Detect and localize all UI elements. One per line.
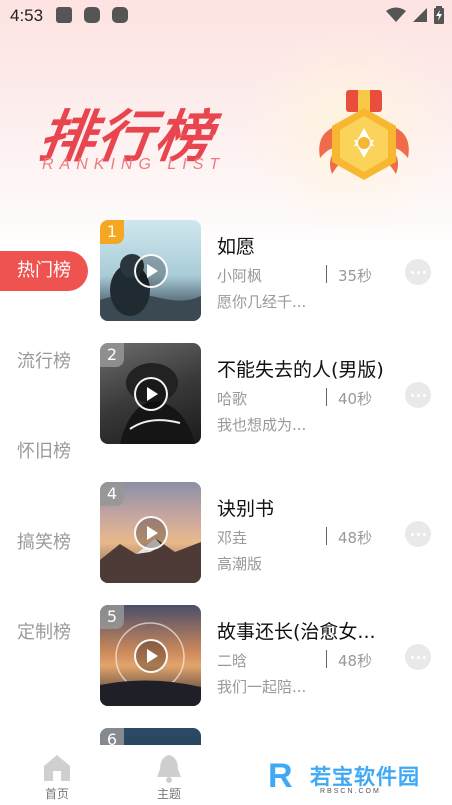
sidebar-item-custom[interactable]: 定制榜 (0, 613, 88, 653)
list-item[interactable]: 2 不能失去的人(男版) 哈歌 40秒 我也想成为... (100, 343, 440, 445)
watermark-url: RBSCN.COM (320, 788, 381, 795)
song-description: 愿你几经千... (217, 293, 307, 311)
play-icon[interactable] (134, 254, 168, 288)
notification-icon (112, 7, 128, 23)
sidebar-item-funny[interactable]: 搞笑榜 (0, 523, 88, 563)
sidebar-item-nostalgic[interactable]: 怀旧榜 (0, 432, 88, 472)
song-title: 不能失去的人(男版) (217, 359, 384, 381)
song-duration: 48秒 (338, 652, 373, 670)
song-duration: 48秒 (338, 529, 373, 547)
rank-badge: 4 (100, 482, 124, 506)
status-time: 4:53 (10, 6, 44, 25)
song-artist: 小阿枫 (217, 267, 263, 285)
play-icon[interactable] (134, 377, 168, 411)
list-item[interactable]: 4 诀别书 邓垚 48秒 高潮版 (100, 482, 440, 584)
watermark-text: 若宝软件园 (310, 765, 420, 789)
bell-icon (157, 755, 181, 783)
song-title: 诀别书 (217, 498, 275, 520)
play-icon[interactable] (134, 516, 168, 550)
notification-icon (56, 7, 72, 23)
more-icon[interactable] (405, 644, 431, 670)
divider (326, 650, 327, 668)
nav-label-home: 首页 (44, 787, 69, 801)
song-cover[interactable]: 1 (100, 220, 201, 321)
divider (326, 265, 327, 283)
song-title: 故事还长(治愈女... (217, 621, 376, 643)
song-artist: 哈歌 (217, 390, 248, 408)
song-description: 我也想成为... (217, 416, 307, 434)
status-indicators (386, 6, 444, 24)
watermark-logo: R 若宝软件园 RBSCN.COM (268, 755, 438, 801)
home-icon (44, 755, 70, 781)
song-description: 我们一起陪... (217, 678, 307, 696)
list-item[interactable]: 1 如愿 小阿枫 35秒 愿你几经千... (100, 220, 440, 322)
more-icon[interactable] (405, 382, 431, 408)
sidebar-item-hot[interactable]: 热门榜 (0, 251, 88, 291)
more-icon[interactable] (405, 259, 431, 285)
song-artist: 邓垚 (217, 529, 248, 547)
status-bar: 4:53 (0, 0, 452, 32)
song-title: 如愿 (217, 236, 256, 258)
signal-icon (413, 8, 427, 22)
sidebar-item-popular[interactable]: 流行榜 (0, 342, 88, 382)
song-cover[interactable]: 5 (100, 605, 201, 706)
song-artist: 二晗 (217, 652, 248, 670)
song-cover[interactable]: 2 (100, 343, 201, 444)
list-item[interactable]: 5 故事还长(治愈女... 二晗 48秒 我们一起陪... (100, 605, 440, 707)
more-icon[interactable] (405, 521, 431, 547)
rank-badge: 2 (100, 343, 124, 367)
song-duration: 40秒 (338, 390, 373, 408)
battery-icon (434, 6, 444, 24)
play-icon[interactable] (134, 639, 168, 673)
divider (326, 527, 327, 545)
song-description: 高潮版 (217, 555, 263, 573)
watermark-letter: R (268, 757, 293, 795)
rank-badge: 5 (100, 605, 124, 629)
divider (326, 388, 327, 406)
notification-icon (84, 7, 100, 23)
page-subtitle: RANKING LIST (42, 156, 226, 173)
song-cover[interactable]: 4 (100, 482, 201, 583)
wifi-icon (386, 7, 406, 22)
medal-icon (314, 88, 414, 197)
rank-badge: 1 (100, 220, 124, 244)
nav-label-theme: 主题 (156, 787, 181, 801)
song-duration: 35秒 (338, 267, 373, 285)
